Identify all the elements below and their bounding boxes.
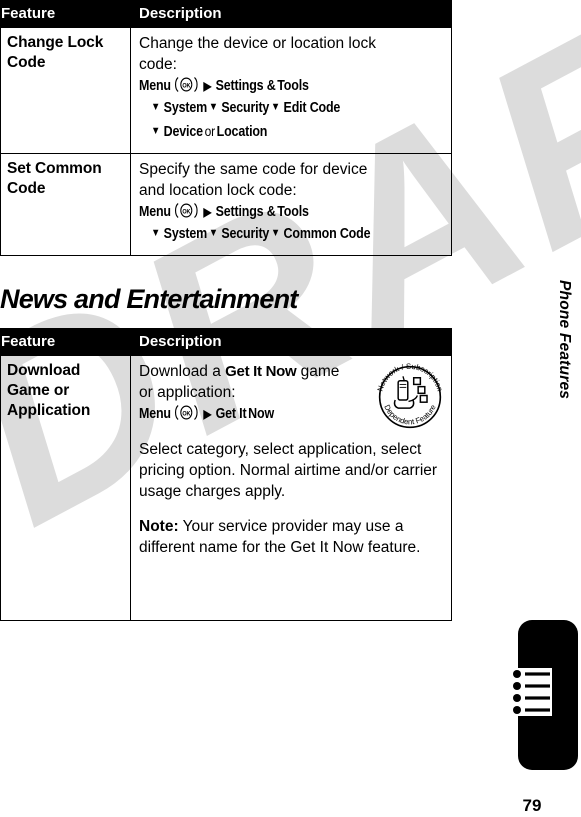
column-header-feature: Feature: [0, 328, 131, 356]
desc-text-part: Download a: [139, 363, 226, 380]
svg-text:OK: OK: [182, 209, 191, 215]
column-header-description: Description: [130, 0, 452, 28]
triangle-down-icon: ▼: [270, 227, 281, 239]
triangle-right-icon: ▶: [203, 79, 212, 93]
signal-square-3: [419, 394, 428, 403]
feature-name-set-common-code: Set Common Code: [0, 153, 131, 256]
menu-path-item: System: [163, 100, 208, 116]
menu-path-line: ▼ System ▼ Security ▼ Edit Code: [139, 97, 402, 120]
note-paragraph: Note: Your service provider may use a di…: [139, 516, 445, 558]
description-set-common-code: Specify the same code for device and loc…: [130, 153, 452, 256]
badge-bottom-text: Dependent Feature: [382, 403, 437, 426]
note-text: Your service provider may use a differen…: [139, 518, 421, 556]
menu-path-item: Now: [248, 406, 274, 422]
column-header-feature: Feature: [0, 0, 131, 28]
menu-path-line: Menu OK ▶ Settings & Tools: [139, 201, 402, 223]
menu-path-line: ▼ System ▼ Security ▼ Common Code: [139, 223, 402, 246]
table-row: Change Lock Code Change the device or lo…: [0, 27, 452, 154]
news-entertainment-table: Feature Description Download Game or App…: [0, 328, 452, 621]
svg-text:OK: OK: [182, 83, 191, 89]
svg-text:Network / Subscription: Network / Subscription: [375, 362, 444, 393]
menu-path-item: System: [163, 226, 208, 242]
menu-path-item: Security: [221, 226, 270, 242]
menu-path-item: Settings &: [215, 204, 276, 220]
ok-key-icon: OK: [175, 76, 198, 93]
menu-path-line: ▼ Device or Location: [139, 120, 402, 144]
menu-path-item: Security: [221, 100, 270, 116]
menu-path-item: Tools: [277, 204, 309, 220]
menu-path-line: Menu OK ▶ Settings & Tools: [139, 75, 402, 97]
svg-text:OK: OK: [182, 411, 191, 417]
triangle-right-icon: ▶: [203, 205, 212, 219]
menu-path-item: Edit Code: [283, 100, 341, 116]
description-download-game-or-application: Download a Get It Now game or applicatio…: [130, 355, 452, 621]
network-subscription-dependent-feature-icon: Network / Subscription Dependent Feature: [375, 362, 444, 429]
product-name-get-it-now: Get It Now: [225, 363, 297, 380]
note-label: Note:: [139, 518, 179, 535]
menu-path-item: Location: [216, 124, 268, 140]
chapter-tab-marker: [510, 620, 578, 770]
triangle-down-icon: ▼: [151, 125, 161, 137]
desc-text-line: code:: [139, 56, 177, 73]
menu-path-item: Menu: [139, 78, 171, 94]
triangle-down-icon: ▼: [208, 227, 218, 239]
ok-key-icon: OK: [175, 202, 198, 219]
ok-key-icon: OK: [175, 404, 198, 421]
menu-path-line: Menu OK ▶ Get It Now: [139, 403, 402, 425]
menu-path-block: Menu OK ▶ Settings & Tools ▼ System ▼ Security ▼ C…: [139, 201, 445, 246]
security-features-table: Feature Description Change Lock Code Cha…: [0, 0, 452, 256]
menu-path-item: Device: [163, 124, 203, 140]
desc-text-part: game: [296, 363, 340, 380]
chapter-side-label: Phone Features: [556, 280, 573, 400]
description-change-lock-code: Change the device or location lock code:…: [130, 27, 452, 154]
menu-path-item: Common Code: [283, 226, 371, 242]
feature-name-change-lock-code: Change Lock Code: [0, 27, 131, 154]
page-content: Feature Description Change Lock Code Cha…: [0, 0, 581, 817]
triangle-down-icon: ▼: [151, 101, 161, 113]
triangle-right-icon: ▶: [203, 407, 212, 421]
page-number: 79: [522, 796, 542, 815]
menu-path-item: Menu: [139, 406, 171, 422]
table-header-row: Feature Description: [0, 0, 452, 28]
table-row: Set Common Code Specify the same code fo…: [0, 153, 452, 256]
table-row: Download Game or Application Download a …: [0, 355, 452, 621]
menu-path-item: Menu: [139, 204, 171, 220]
signal-square-1: [412, 377, 422, 386]
menu-path-item: Get It: [215, 406, 247, 422]
svg-text:Dependent Feature: Dependent Feature: [382, 403, 437, 426]
table-header-row: Feature Description: [0, 328, 452, 356]
triangle-down-icon: ▼: [151, 227, 161, 239]
column-header-description: Description: [130, 328, 452, 356]
triangle-down-icon: ▼: [208, 101, 218, 113]
desc-text-line: Change the device or location lock: [139, 35, 376, 52]
menu-path-item: Settings &: [215, 78, 276, 94]
badge-top-text: Network / Subscription: [375, 362, 444, 393]
menu-path-connector: or: [204, 123, 216, 139]
instructions-paragraph: Select category, select application, sel…: [139, 441, 438, 500]
signal-square-2: [417, 385, 426, 395]
desc-text-line: and location lock code:: [139, 182, 297, 199]
section-heading-news-and-entertainment: News and Entertainment: [0, 284, 298, 314]
desc-text-line: Specify the same code for device: [139, 161, 368, 178]
triangle-down-icon: ▼: [270, 101, 281, 113]
menu-path-item: Tools: [277, 78, 309, 94]
menu-path-block: Menu OK ▶ Settings & Tools ▼ System ▼ Security ▼ E…: [139, 75, 445, 144]
feature-name-download-game-or-application: Download Game or Application: [0, 355, 131, 621]
